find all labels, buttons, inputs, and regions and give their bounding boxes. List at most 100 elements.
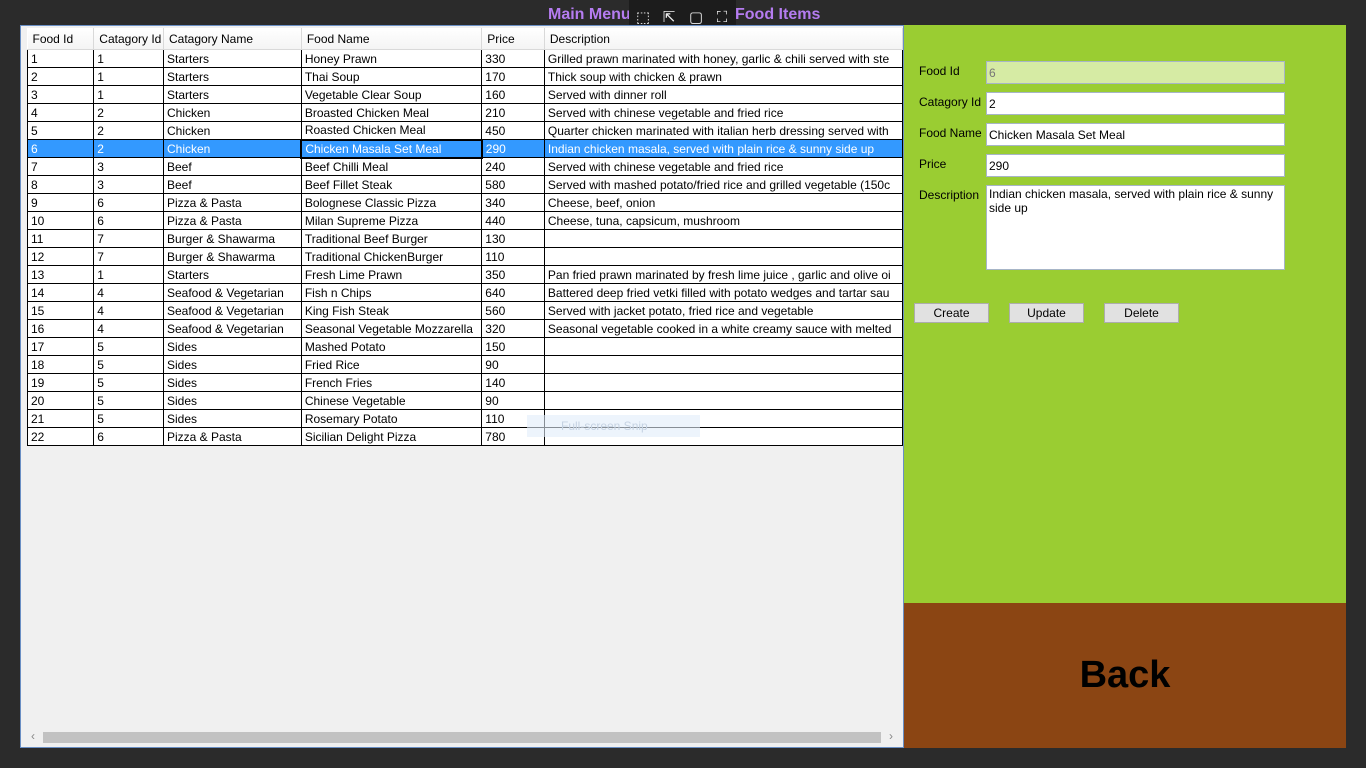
table-row[interactable]: 10 6 Pizza & Pasta Milan Supreme Pizza 440 Ch…	[26, 211, 903, 230]
table-cell[interactable]: Served with mashed potato/fried rice and…	[543, 175, 903, 194]
table-cell[interactable]: 7	[93, 247, 164, 266]
table-cell[interactable]: French Fries	[300, 373, 483, 392]
column-header[interactable]: Food Id	[27, 28, 95, 50]
description-field[interactable]: Indian chicken masala, served with plain…	[986, 185, 1285, 270]
table-cell[interactable]: Fried Rice	[300, 355, 483, 374]
table-cell[interactable]: 580	[481, 175, 545, 194]
table-cell[interactable]: Mashed Potato	[300, 337, 483, 356]
table-cell[interactable]: 3	[93, 175, 164, 194]
column-header[interactable]: Catagory Name	[163, 28, 302, 50]
table-cell[interactable]: Roasted Chicken Meal	[300, 121, 483, 140]
table-cell[interactable]: Served with dinner roll	[543, 85, 903, 104]
food-name-field[interactable]	[986, 123, 1285, 146]
table-cell[interactable]: 4	[93, 283, 164, 302]
table-cell[interactable]: Sides	[162, 373, 302, 392]
table-cell[interactable]: Traditional Beef Burger	[300, 229, 483, 248]
table-cell[interactable]: 18	[26, 355, 95, 374]
table-cell[interactable]: Sides	[162, 337, 302, 356]
table-cell[interactable]: Broasted Chicken Meal	[300, 103, 483, 122]
table-row[interactable]: 13 1 Starters Fresh Lime Prawn 350 Pan fried …	[26, 265, 903, 284]
table-cell[interactable]: Chicken	[162, 121, 302, 140]
table-cell[interactable]: Indian chicken masala, served with plain…	[543, 139, 903, 158]
table-cell[interactable]: 15	[26, 301, 95, 320]
table-cell[interactable]: 170	[481, 67, 545, 86]
table-cell[interactable]: Pizza & Pasta	[162, 211, 302, 230]
table-row[interactable]: 6 2 Chicken Chicken Masala Set Meal 290 India…	[26, 138, 903, 159]
table-row[interactable]: 20 5 Sides Chinese Vegetable 90	[26, 391, 903, 410]
table-cell[interactable]: 5	[93, 391, 164, 410]
table-cell[interactable]	[543, 391, 903, 410]
table-cell[interactable]: Burger & Shawarma	[162, 229, 302, 248]
table-cell[interactable]	[543, 247, 903, 266]
table-cell[interactable]: Seafood & Vegetarian	[162, 301, 302, 320]
table-row[interactable]: 11 7 Burger & Shawarma Traditional Beef Bur…	[26, 229, 903, 248]
table-cell[interactable]: 11	[26, 229, 95, 248]
table-row[interactable]: 14 4 Seafood & Vegetarian Fish n Chips 640 Ba…	[26, 283, 903, 302]
table-cell[interactable]: Fish n Chips	[300, 283, 483, 302]
table-cell[interactable]: 2	[93, 103, 164, 122]
freeform-snip-icon[interactable]: ⇱	[659, 7, 679, 27]
table-row[interactable]: 22 6 Pizza & Pasta Sicilian Delight Pizza 78…	[26, 427, 903, 446]
table-cell[interactable]: Sides	[162, 355, 302, 374]
column-header[interactable]: Catagory Id	[93, 28, 164, 50]
table-row[interactable]: 16 4 Seafood & Vegetarian Seasonal Vegetabl…	[26, 319, 903, 338]
table-cell[interactable]: Starters	[162, 265, 302, 284]
table-cell[interactable]: Starters	[162, 49, 302, 68]
table-cell[interactable]: 22	[26, 427, 95, 446]
table-cell[interactable]: 320	[481, 319, 545, 338]
table-cell[interactable]: Thai Soup	[300, 67, 483, 86]
create-button[interactable]: Create	[914, 303, 989, 323]
table-cell[interactable]: 5	[93, 373, 164, 392]
table-cell[interactable]: 340	[481, 193, 545, 212]
table-cell[interactable]: 16	[26, 319, 95, 338]
table-cell[interactable]: Served with jacket potato, fried rice an…	[543, 301, 903, 320]
table-cell[interactable]: Chicken	[162, 103, 302, 122]
table-cell[interactable]: 1	[93, 67, 164, 86]
table-cell[interactable]: 290	[481, 139, 545, 158]
table-cell[interactable]: 160	[481, 85, 545, 104]
window-snip-icon[interactable]: ▢	[686, 7, 706, 27]
table-cell[interactable]: Chinese Vegetable	[300, 391, 483, 410]
table-cell[interactable]: 6	[93, 193, 164, 212]
column-header[interactable]: Food Name	[301, 28, 483, 50]
table-cell[interactable]: Milan Supreme Pizza	[300, 211, 483, 230]
scroll-thumb[interactable]	[43, 732, 881, 743]
table-cell[interactable]: 9	[26, 193, 95, 212]
table-cell[interactable]: 350	[481, 265, 545, 284]
scroll-left-icon[interactable]: ‹	[31, 729, 35, 743]
table-cell[interactable]: Starters	[162, 85, 302, 104]
table-cell[interactable]: Chicken	[162, 139, 302, 158]
table-cell[interactable]: 90	[481, 391, 545, 410]
table-cell[interactable]: Quarter chicken marinated with italian h…	[543, 121, 903, 140]
table-row[interactable]: 3 1 Starters Vegetable Clear Soup 160 Served …	[26, 85, 903, 104]
table-cell[interactable]: 2	[93, 121, 164, 140]
table-cell[interactable]: Sicilian Delight Pizza	[300, 427, 483, 446]
table-row[interactable]: 21 5 Sides Rosemary Potato 110	[26, 409, 903, 428]
table-cell[interactable]: 5	[93, 409, 164, 428]
table-cell[interactable]: 640	[481, 283, 545, 302]
table-row[interactable]: 2 1 Starters Thai Soup 170 Thick soup with ch…	[26, 67, 903, 86]
table-cell[interactable]: Beef Chilli Meal	[300, 157, 483, 176]
table-cell[interactable]: Vegetable Clear Soup	[300, 85, 483, 104]
table-cell[interactable]: 1	[93, 265, 164, 284]
table-cell[interactable]: Thick soup with chicken & prawn	[543, 67, 903, 86]
rectangle-snip-icon[interactable]: ⬚	[633, 7, 653, 27]
table-cell[interactable]: 2	[93, 139, 164, 158]
table-cell[interactable]: Beef	[162, 157, 302, 176]
table-cell[interactable]	[543, 229, 903, 248]
table-cell[interactable]: 1	[26, 49, 95, 68]
table-cell[interactable]: Seasonal vegetable cooked in a white cre…	[543, 319, 903, 338]
table-cell[interactable]: 560	[481, 301, 545, 320]
price-field[interactable]	[986, 154, 1285, 177]
table-cell[interactable]: Cheese, tuna, capsicum, mushroom	[543, 211, 903, 230]
table-cell[interactable]: 20	[26, 391, 95, 410]
table-cell[interactable]: 210	[481, 103, 545, 122]
column-header[interactable]: Description	[544, 28, 903, 50]
table-row[interactable]: 15 4 Seafood & Vegetarian King Fish Steak 56…	[26, 301, 903, 320]
table-cell[interactable]: Chicken Masala Set Meal	[300, 138, 483, 159]
table-row[interactable]: 7 3 Beef Beef Chilli Meal 240 Served with chi…	[26, 157, 903, 176]
table-cell[interactable]: 7	[26, 157, 95, 176]
table-cell[interactable]: Seasonal Vegetable Mozzarella	[300, 319, 483, 338]
table-cell[interactable]: 6	[93, 427, 164, 446]
table-cell[interactable]: 140	[481, 373, 545, 392]
